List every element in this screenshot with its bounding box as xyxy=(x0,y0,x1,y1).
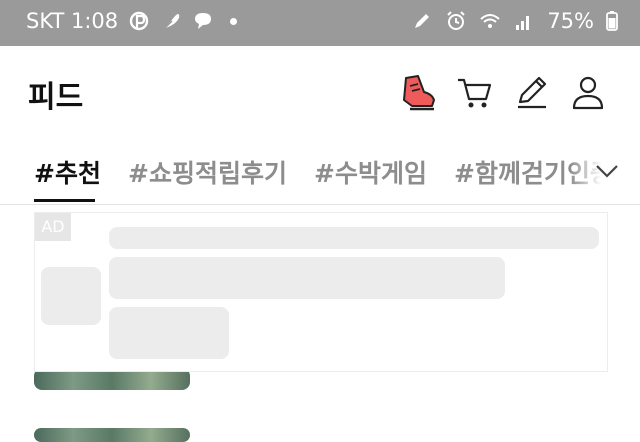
ad-thumbnail-placeholder xyxy=(41,267,101,325)
signal-icon xyxy=(516,16,530,30)
tab-recommended[interactable]: #추천 xyxy=(34,154,101,190)
app-header: 피드 xyxy=(0,46,640,138)
cart-icon[interactable] xyxy=(454,72,494,112)
sneaker-icon[interactable] xyxy=(398,72,438,112)
pencil-icon[interactable] xyxy=(512,72,552,112)
ad-button-placeholder xyxy=(109,307,229,359)
status-bar-left: SKT 1:08 xyxy=(26,9,238,33)
status-bar: SKT 1:08 75% xyxy=(0,0,640,46)
profile-icon[interactable] xyxy=(568,72,608,112)
chevron-down-icon[interactable] xyxy=(592,156,622,186)
wifi-6-icon xyxy=(480,14,500,28)
ad-title-placeholder xyxy=(109,227,599,249)
tab-shopping-review[interactable]: #쇼핑적립후기 xyxy=(128,154,287,190)
chat-bubble-icon xyxy=(195,13,212,29)
alarm-icon xyxy=(447,11,466,30)
ad-text-placeholder xyxy=(109,257,505,299)
battery-percent: 75% xyxy=(547,9,594,33)
active-tab-indicator xyxy=(34,199,95,202)
carrier-time: SKT 1:08 xyxy=(26,9,119,33)
notification-dot xyxy=(230,17,238,25)
battery-icon xyxy=(606,11,618,31)
status-bar-right: 75% xyxy=(411,9,618,33)
tab-watermelon-game[interactable]: #수박게임 xyxy=(314,154,427,190)
feather-icon xyxy=(163,14,180,30)
pen-icon xyxy=(415,14,430,28)
page-title: 피드 xyxy=(28,80,84,115)
pay-icon xyxy=(129,11,149,31)
hashtag-tab-bar: #추천 #쇼핑적립후기 #수박게임 #함께걷기인증 xyxy=(0,138,640,205)
ad-card[interactable]: AD xyxy=(34,212,608,372)
ad-badge: AD xyxy=(35,213,71,241)
